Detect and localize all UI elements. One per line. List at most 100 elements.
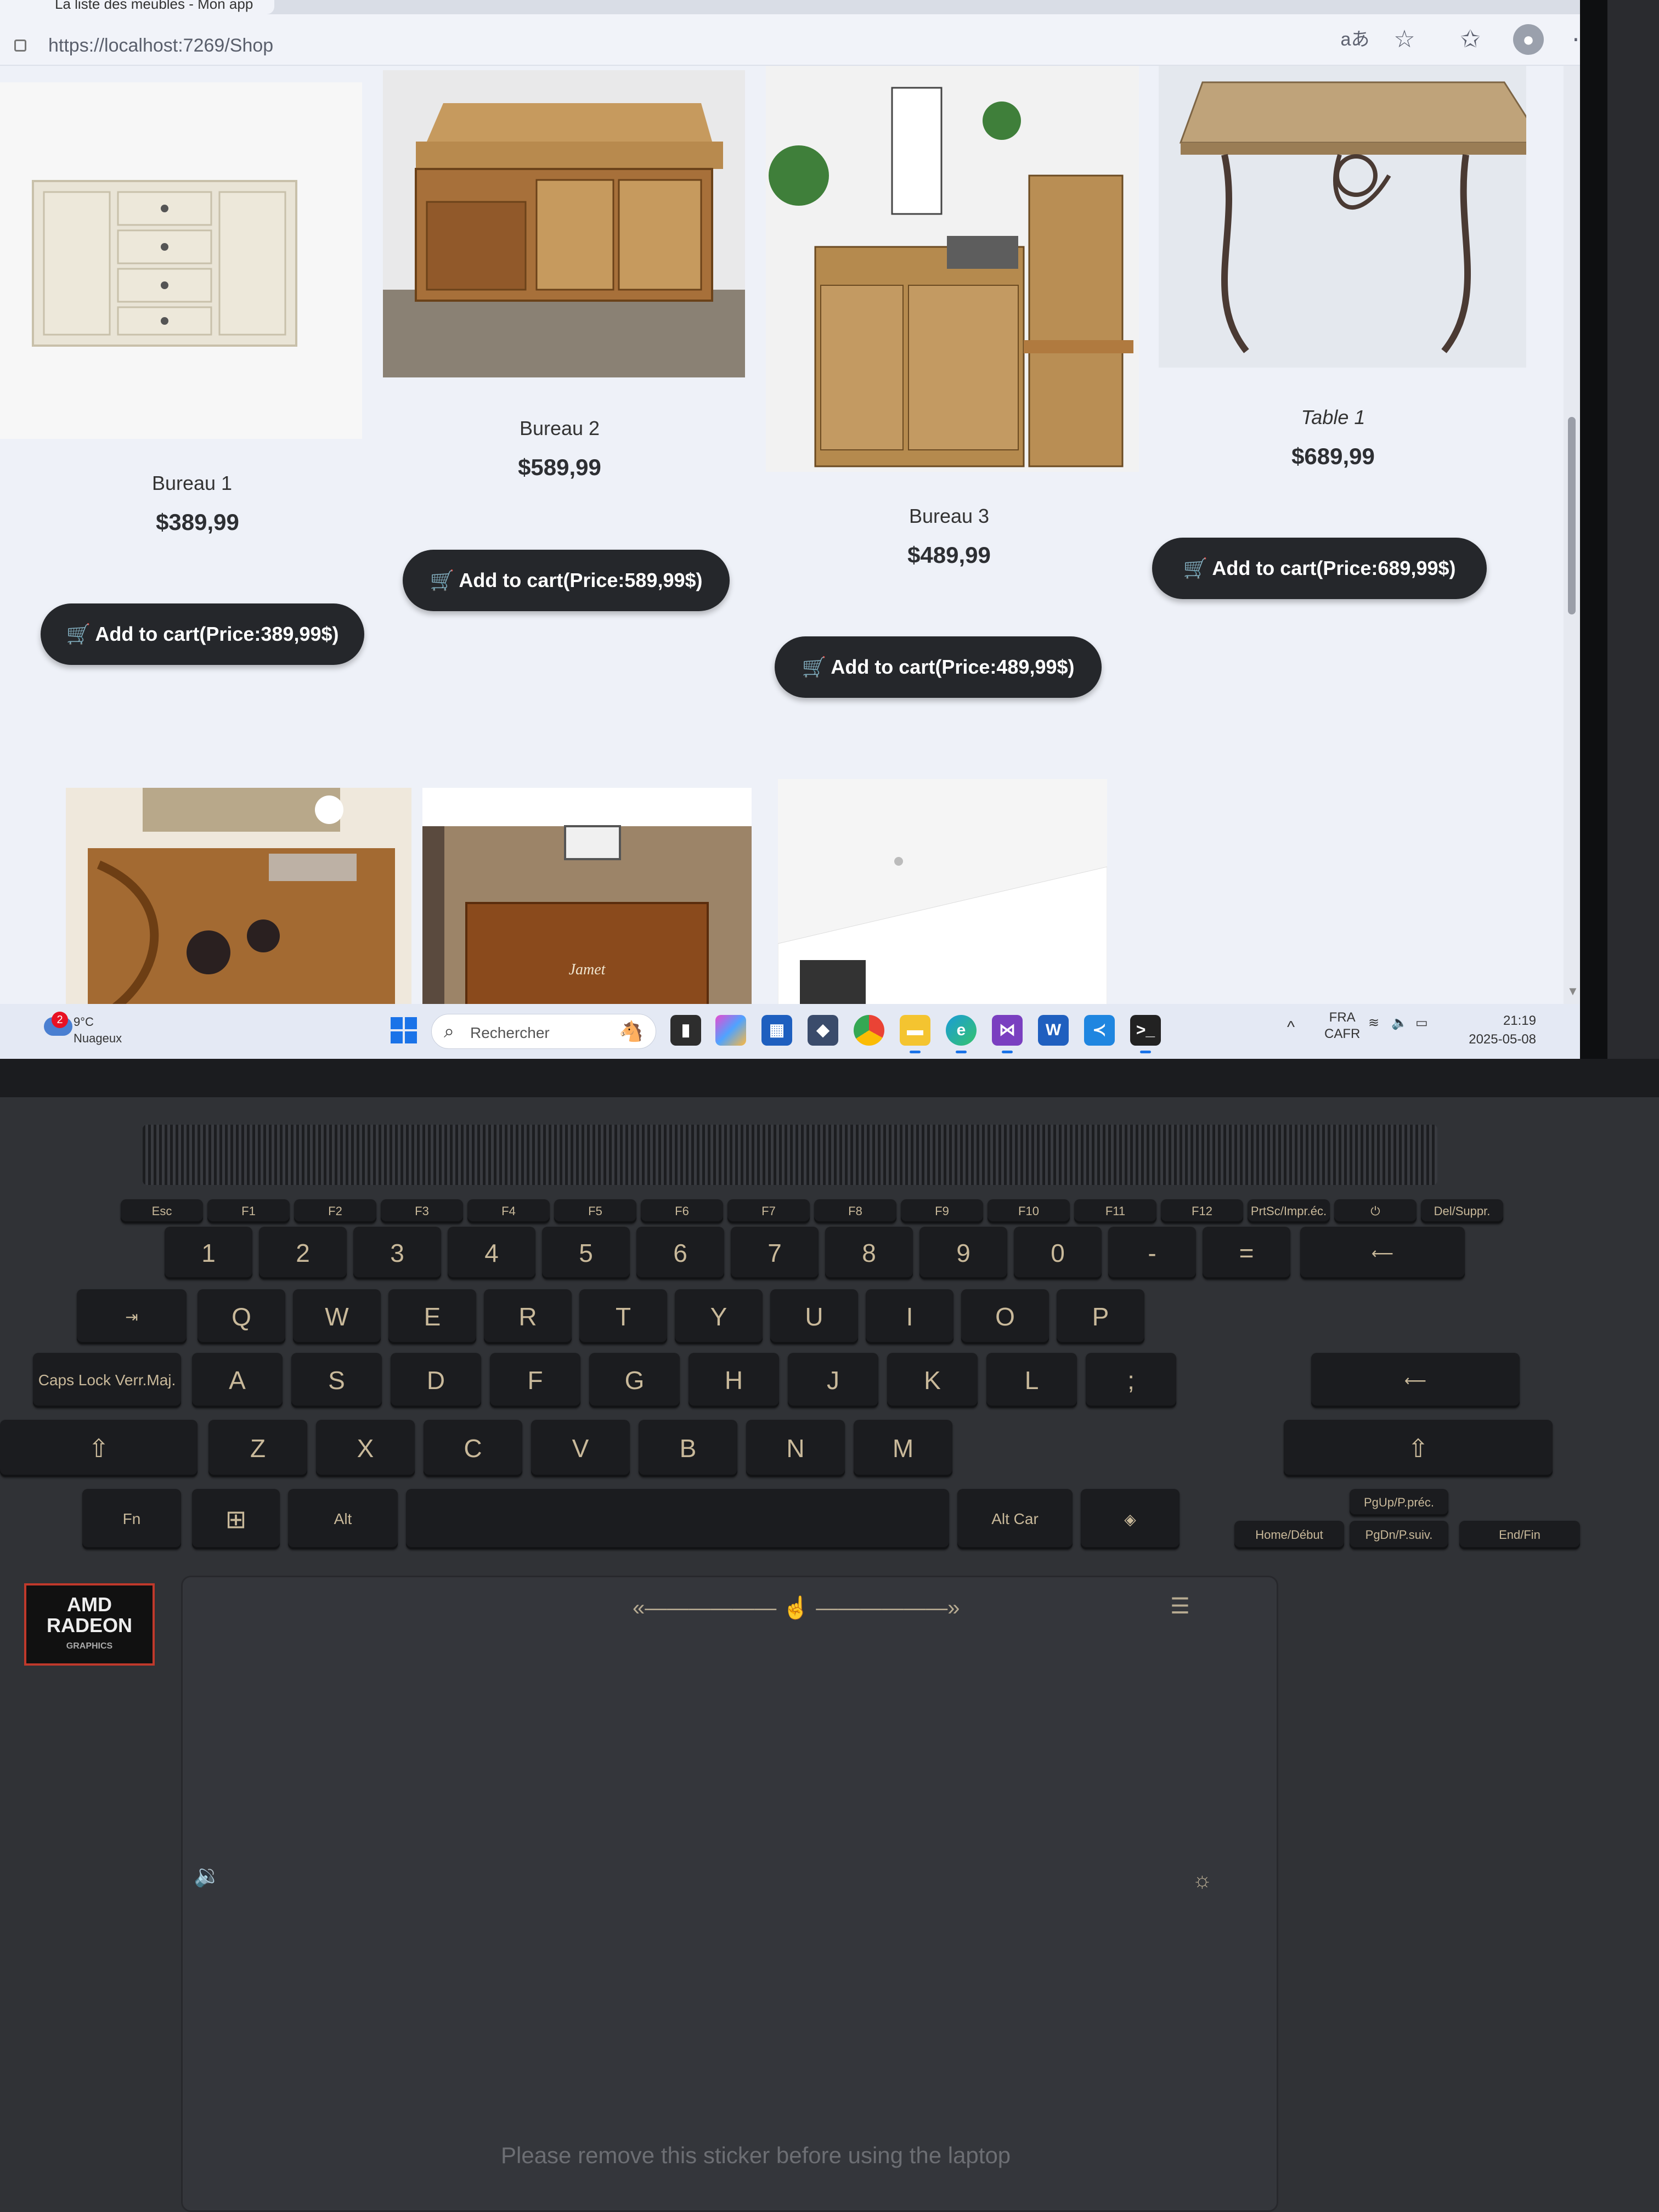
windows-start-icon[interactable]	[391, 1017, 417, 1043]
function-key[interactable]: F10	[988, 1199, 1070, 1223]
letter-key[interactable]: S	[291, 1353, 382, 1408]
profile-icon[interactable]: ●	[1513, 24, 1544, 55]
terminal-icon[interactable]: >_	[1130, 1015, 1161, 1053]
number-key[interactable]: 3	[353, 1227, 441, 1279]
function-key[interactable]: F2	[294, 1199, 376, 1223]
windows-key[interactable]: ⊞	[192, 1489, 280, 1549]
product-image-bureau-2[interactable]	[383, 70, 745, 377]
letter-key[interactable]: N	[746, 1420, 845, 1477]
scrollbar[interactable]: ▼	[1564, 66, 1580, 1004]
number-key[interactable]: 8	[825, 1227, 913, 1279]
letter-key[interactable]: A	[192, 1353, 283, 1408]
number-key[interactable]: 9	[919, 1227, 1007, 1279]
url-text[interactable]: https://localhost:7269/Shop	[48, 35, 273, 57]
chrome-icon[interactable]	[854, 1015, 884, 1046]
taskbar-clock[interactable]: 21:19 2025-05-08	[1469, 1012, 1536, 1049]
function-key[interactable]: Esc	[121, 1199, 203, 1223]
letter-key[interactable]: Y	[675, 1289, 763, 1344]
pgdn-key[interactable]: PgDn/P.suiv.	[1350, 1521, 1448, 1549]
taskbar-search[interactable]: ⌕ Rechercher 🐴	[431, 1014, 656, 1049]
number-key[interactable]: =	[1203, 1227, 1290, 1279]
number-key[interactable]: 7	[731, 1227, 819, 1279]
letter-key[interactable]: P	[1057, 1289, 1144, 1344]
letter-key[interactable]: F	[490, 1353, 580, 1408]
letter-key[interactable]: X	[316, 1420, 415, 1477]
function-key[interactable]: F1	[207, 1199, 290, 1223]
alt-car-key[interactable]: Alt Car	[957, 1489, 1073, 1549]
scrollbar-thumb[interactable]	[1568, 417, 1576, 614]
left-alt-key[interactable]: Alt	[288, 1489, 398, 1549]
file-explorer-icon[interactable]: ▬	[900, 1015, 930, 1053]
add-to-cart-button[interactable]: 🛒 Add to cart(Price:589,99$)	[403, 550, 730, 611]
number-key[interactable]: 5	[542, 1227, 630, 1279]
word-icon[interactable]: W	[1038, 1015, 1069, 1046]
letter-key[interactable]: B	[639, 1420, 737, 1477]
fn-key[interactable]: Fn	[82, 1489, 181, 1549]
function-key[interactable]: F6	[641, 1199, 723, 1223]
left-shift-key[interactable]: ⇧	[0, 1420, 198, 1477]
number-key[interactable]: 0	[1014, 1227, 1102, 1279]
letter-key[interactable]: C	[424, 1420, 522, 1477]
function-key[interactable]: F5	[554, 1199, 636, 1223]
copilot-app-icon[interactable]	[715, 1015, 746, 1046]
number-key[interactable]: 4	[448, 1227, 535, 1279]
home-key[interactable]: Home/Début	[1234, 1521, 1344, 1549]
add-to-cart-button[interactable]: 🛒 Add to cart(Price:389,99$)	[41, 603, 364, 665]
function-key[interactable]: F9	[901, 1199, 983, 1223]
pgup-key[interactable]: PgUp/P.préc.	[1350, 1489, 1448, 1516]
space-bar[interactable]	[406, 1489, 949, 1549]
address-bar[interactable]: https://localhost:7269/Shop aあ ☆ ✩ ● ⋯	[0, 16, 1580, 66]
product-image-row2-2[interactable]: Jamet	[422, 788, 752, 1004]
letter-key[interactable]: Q	[198, 1289, 285, 1344]
backspace-key[interactable]: ⟵	[1300, 1227, 1465, 1279]
edge-icon[interactable]: e	[946, 1015, 977, 1053]
function-key[interactable]: ⏻	[1334, 1199, 1417, 1223]
right-shift-key[interactable]: ⇧	[1284, 1420, 1553, 1477]
vscode-icon[interactable]: ≺	[1084, 1015, 1115, 1046]
weather-description[interactable]: Nuageux	[74, 1031, 122, 1046]
lock-icon[interactable]	[14, 40, 26, 52]
letter-key[interactable]: L	[986, 1353, 1077, 1408]
app-cube-icon[interactable]: ◆	[808, 1015, 838, 1046]
add-to-cart-button[interactable]: 🛒 Add to cart(Price:689,99$)	[1152, 538, 1487, 599]
number-key[interactable]: -	[1108, 1227, 1196, 1279]
function-key[interactable]: Del/Suppr.	[1421, 1199, 1503, 1223]
letter-key[interactable]: W	[293, 1289, 381, 1344]
number-key[interactable]: 2	[259, 1227, 347, 1279]
caps-lock-key[interactable]: Caps Lock Verr.Maj.	[33, 1353, 181, 1408]
favorites-icon[interactable]: ✩	[1454, 23, 1487, 56]
function-key[interactable]: F8	[814, 1199, 896, 1223]
letter-key[interactable]: ;	[1086, 1353, 1176, 1408]
active-tab[interactable]: La liste des meubles - Mon app	[0, 0, 274, 14]
product-image-bureau-3[interactable]	[766, 66, 1139, 472]
letter-key[interactable]: H	[689, 1353, 779, 1408]
letter-key[interactable]: I	[866, 1289, 953, 1344]
input-language[interactable]: FRA CAFR	[1324, 1009, 1360, 1042]
volume-icon[interactable]: 🔈	[1391, 1015, 1408, 1031]
letter-key[interactable]: E	[388, 1289, 476, 1344]
visual-studio-icon[interactable]: ⋈	[992, 1015, 1023, 1053]
function-key[interactable]: F4	[467, 1199, 550, 1223]
add-to-cart-button[interactable]: 🛒 Add to cart(Price:489,99$)	[775, 636, 1102, 698]
number-key[interactable]: 1	[165, 1227, 252, 1279]
letter-key[interactable]: R	[484, 1289, 572, 1344]
product-image-row2-3[interactable]	[778, 779, 1107, 1004]
read-aloud-icon[interactable]: aあ	[1339, 23, 1372, 56]
scroll-down-arrow-icon[interactable]: ▼	[1567, 984, 1579, 998]
wifi-icon[interactable]: ≋	[1368, 1015, 1379, 1031]
product-image-row2-1[interactable]	[66, 788, 411, 1004]
task-view-icon[interactable]: ▮	[670, 1015, 701, 1046]
touchpad[interactable]: «—————— ☝ ——————» ☰ 🔉 ☼ Please remove th…	[181, 1576, 1278, 2212]
letter-key[interactable]: D	[391, 1353, 481, 1408]
store-icon[interactable]: ▦	[761, 1015, 792, 1046]
copilot-key[interactable]: ◈	[1081, 1489, 1180, 1549]
letter-key[interactable]: O	[961, 1289, 1049, 1344]
product-image-bureau-1[interactable]	[0, 82, 362, 439]
function-key[interactable]: F12	[1161, 1199, 1243, 1223]
letter-key[interactable]: J	[788, 1353, 878, 1408]
function-key[interactable]: F3	[381, 1199, 463, 1223]
function-key[interactable]: PrtSc/Impr.éc.	[1248, 1199, 1330, 1223]
letter-key[interactable]: U	[770, 1289, 858, 1344]
end-key[interactable]: End/Fin	[1459, 1521, 1580, 1549]
battery-icon[interactable]: ▭	[1415, 1015, 1428, 1031]
